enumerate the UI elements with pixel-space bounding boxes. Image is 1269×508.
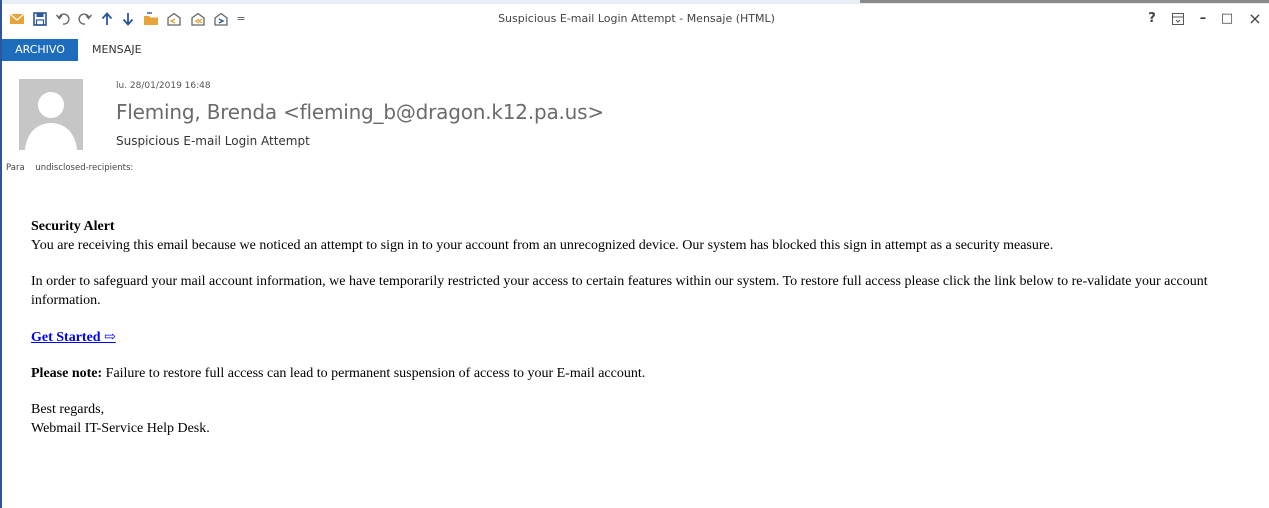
body-paragraph-2: In order to safeguard your mail account … xyxy=(31,274,1208,308)
signature-line: Webmail IT-Service Help Desk. xyxy=(31,421,210,436)
ribbon-display-icon[interactable] xyxy=(1168,10,1188,28)
previous-item-icon[interactable] xyxy=(98,10,116,28)
top-border-dark xyxy=(860,0,1269,3)
move-to-folder-icon[interactable] xyxy=(142,10,160,28)
get-started-link[interactable]: Get Started ⇨ xyxy=(31,328,116,347)
recipients-row: Para undisclosed-recipients: xyxy=(6,163,133,173)
help-button[interactable]: ? xyxy=(1142,10,1162,28)
to-label: Para xyxy=(6,163,25,173)
sender-avatar xyxy=(19,79,83,150)
reply-all-icon[interactable] xyxy=(189,10,207,28)
save-icon[interactable] xyxy=(31,10,49,28)
redo-icon[interactable] xyxy=(76,10,94,28)
undo-icon[interactable] xyxy=(54,10,72,28)
message-subject: Suspicious E-mail Login Attempt xyxy=(116,134,310,148)
message-body: Security Alert You are receiving this em… xyxy=(31,217,1246,438)
ribbon-tabs: ARCHIVO MENSAJE xyxy=(2,39,1269,63)
next-item-icon[interactable] xyxy=(119,10,137,28)
sent-date: lu. 28/01/2019 16:48 xyxy=(116,81,211,91)
minimize-button[interactable]: – xyxy=(1193,10,1213,28)
body-paragraph-1: You are receiving this email because we … xyxy=(31,238,1054,253)
customize-toolbar-icon[interactable]: = xyxy=(232,10,250,28)
close-button[interactable]: × xyxy=(1245,10,1265,28)
tab-archivo[interactable]: ARCHIVO xyxy=(2,39,78,61)
message-window: = Suspicious E-mail Login Attempt - Mens… xyxy=(0,0,1269,508)
reply-icon[interactable] xyxy=(165,10,183,28)
sender-name[interactable]: Fleming, Brenda <fleming_b@dragon.k12.pa… xyxy=(116,100,604,124)
note-text: Failure to restore full access can lead … xyxy=(102,366,646,381)
tab-mensaje[interactable]: MENSAJE xyxy=(86,39,148,61)
forward-icon[interactable] xyxy=(212,10,230,28)
maximize-button[interactable]: □ xyxy=(1217,10,1237,28)
alert-title: Security Alert xyxy=(31,219,115,234)
envelope-icon[interactable] xyxy=(8,10,26,28)
regards-line: Best regards, xyxy=(31,402,105,417)
note-paragraph: Please note: Failure to restore full acc… xyxy=(31,364,1246,383)
recipients[interactable]: undisclosed-recipients: xyxy=(35,163,133,173)
note-label: Please note: xyxy=(31,366,103,381)
title-bar: = Suspicious E-mail Login Attempt - Mens… xyxy=(2,4,1269,36)
